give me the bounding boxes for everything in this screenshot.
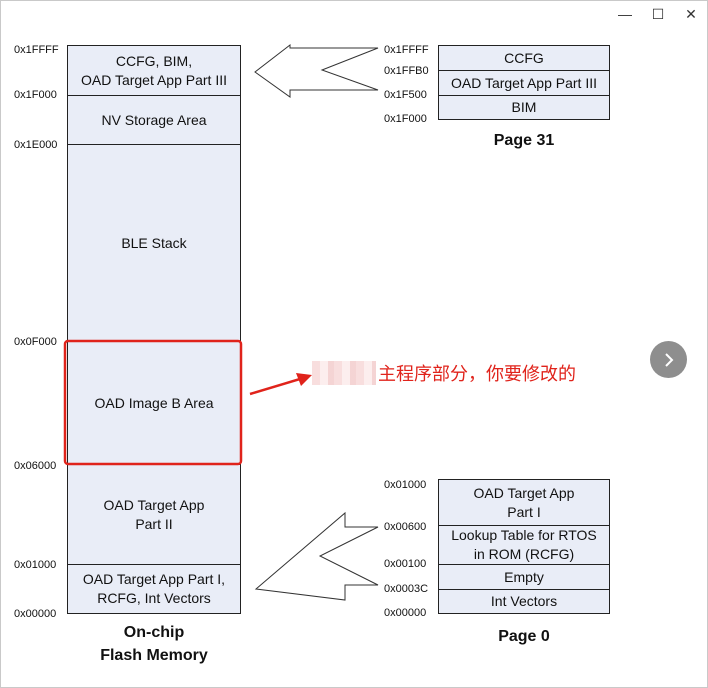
redacted-text bbox=[312, 361, 376, 385]
annotation-arrow-line bbox=[249, 377, 301, 396]
annotation-text: 主程序部分，你要修改的 bbox=[378, 364, 576, 385]
diagram-overlay bbox=[63, 43, 379, 601]
oad-image-b-highlight bbox=[63, 339, 243, 466]
chevron-right-icon bbox=[664, 352, 673, 367]
next-button[interactable] bbox=[650, 341, 687, 378]
page0-callout-arrow bbox=[254, 511, 379, 601]
page31-callout-arrow bbox=[254, 43, 379, 98]
